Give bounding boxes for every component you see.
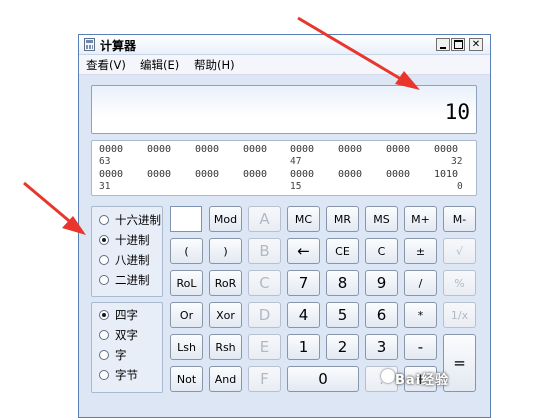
arrow-to-display-icon <box>297 16 420 90</box>
annotation-arrows <box>23 16 420 235</box>
arrow-to-base-panel-icon <box>23 181 86 235</box>
